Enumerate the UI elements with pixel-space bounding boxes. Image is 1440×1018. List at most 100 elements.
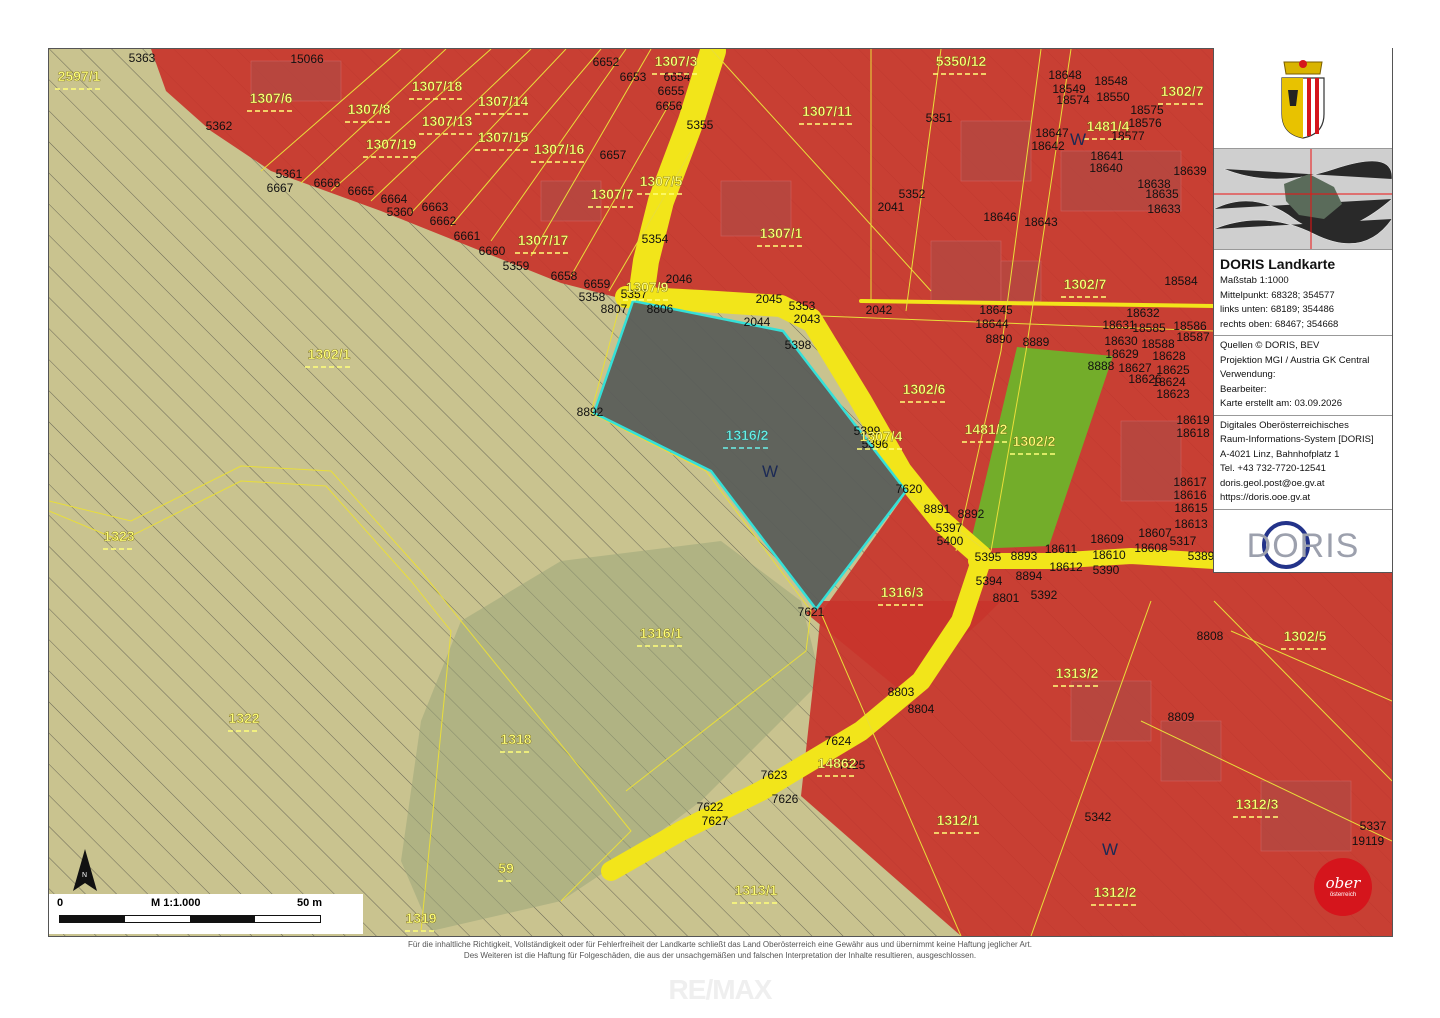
point-number: 19119	[1352, 834, 1385, 848]
parcel-number: 14862	[818, 755, 857, 771]
point-number: 18619	[1176, 413, 1210, 427]
point-number: 18623	[1156, 387, 1190, 401]
point-number: 5394	[976, 574, 1003, 588]
point-number: 18587	[1176, 330, 1210, 344]
org-website-link[interactable]: https://doris.ooe.gv.at	[1220, 491, 1386, 506]
point-number: 8807	[601, 302, 628, 316]
parcel-number: 1312/1	[937, 812, 980, 828]
point-number: 5337	[1360, 819, 1387, 833]
map-frame[interactable]: 5363 15066 6652 6653 6654 6655 6656 5355 5351 665…	[48, 48, 1393, 937]
point-number: 18630	[1104, 334, 1138, 348]
oberoesterreich-logo: ober österreich	[1314, 858, 1372, 916]
point-number: 6663	[422, 200, 449, 214]
scale-bar-graphic	[59, 915, 321, 923]
parcel-number: 1307/11	[802, 103, 852, 119]
parcel-number: 1307/13	[422, 113, 473, 129]
point-number: 6652	[593, 55, 620, 69]
org-line4: Tel. +43 732-7720-12541	[1220, 463, 1326, 474]
parcel-number: 1307/19	[366, 136, 417, 152]
parcel-number: 1307/7	[591, 186, 634, 202]
point-number: 18646	[983, 210, 1017, 224]
point-number: 18575	[1130, 103, 1164, 117]
zoning-mark: W	[1070, 130, 1086, 149]
point-number: 5361	[276, 167, 303, 181]
point-number: 8806	[647, 302, 674, 316]
point-number: 2045	[756, 292, 783, 306]
parcel-number: 1481/4	[1087, 118, 1130, 134]
point-number: 5353	[789, 299, 816, 313]
disclaimer-line2: Des Weiteren ist die Haftung für Folgesc…	[463, 951, 977, 960]
point-number: 2046	[666, 272, 693, 286]
point-number: 5354	[642, 232, 669, 246]
coat-of-arms-icon	[1281, 60, 1325, 139]
point-number: 18574	[1056, 93, 1090, 107]
point-number: 6658	[551, 269, 578, 283]
point-number: 6654	[664, 70, 691, 84]
point-number: 18609	[1090, 532, 1124, 546]
org-line2: Raum-Informations-System [DORIS]	[1220, 434, 1374, 445]
point-number: 5395	[975, 550, 1002, 564]
scale-ratio: M 1:1.000	[151, 897, 201, 909]
point-number: 18635	[1145, 187, 1179, 201]
point-number: 18607	[1138, 526, 1172, 540]
scale-bar: 0 M 1:1.000 50 m	[49, 894, 363, 934]
point-number: 5397	[936, 521, 963, 535]
coat-of-arms	[1214, 48, 1392, 149]
doris-logo-text: DORIS	[1247, 527, 1360, 565]
parcel-number: 1302/6	[903, 381, 946, 397]
legend-projection: Projektion MGI / Austria GK Central	[1220, 354, 1370, 366]
parcel-number: 1302/7	[1161, 83, 1204, 99]
parcel-number: 1312/2	[1094, 884, 1137, 900]
point-number: 6664	[381, 192, 408, 206]
point-number: 6653	[620, 70, 647, 84]
point-number: 6662	[430, 214, 457, 228]
parcel-number: 1307/16	[534, 141, 585, 157]
parcel-number: 1323	[103, 528, 134, 544]
parcel-number: 1302/2	[1013, 433, 1056, 449]
point-number: 8801	[993, 591, 1020, 605]
point-number: 6657	[600, 148, 627, 162]
point-number: 8803	[888, 685, 915, 699]
legend-usage: Verwendung:	[1220, 369, 1276, 380]
point-number: 8892	[577, 405, 604, 419]
parcel-number: 1316/1	[640, 625, 683, 641]
legend-created: Karte erstellt am: 03.09.2026	[1220, 398, 1342, 409]
parcel-number: 2597/1	[58, 68, 101, 84]
point-number: 18584	[1164, 274, 1198, 288]
zoning-mark: W	[1102, 840, 1118, 859]
point-number: 2041	[878, 200, 905, 214]
legend-metadata: Quellen © DORIS, BEV Projektion MGI / Au…	[1214, 336, 1392, 416]
org-line3: A-4021 Linz, Bahnhofplatz 1	[1220, 448, 1340, 460]
point-number: 18612	[1049, 560, 1083, 574]
ooe-logo-line1: ober	[1325, 874, 1361, 892]
cadastral-map[interactable]: 5363 15066 66526653 665466556656 5355 5351 665…	[49, 49, 1392, 936]
point-number: 8888	[1088, 359, 1115, 373]
point-number: 5317	[1170, 534, 1197, 548]
point-number: 18644	[975, 317, 1009, 331]
parcel-number: 1322	[228, 710, 259, 726]
point-number: 18617	[1173, 475, 1207, 489]
point-number: 6666	[314, 176, 341, 190]
point-number: 6660	[479, 244, 506, 258]
point-number: 6655	[658, 84, 685, 98]
point-number: 5351	[926, 111, 953, 125]
legend-panel: DORIS Landkarte Maßstab 1:1000 Mittelpun…	[1213, 48, 1392, 573]
parcel-number: 1307/3	[655, 53, 698, 69]
parcel-number: 1302/5	[1284, 628, 1327, 644]
disclaimer-line1: Für die inhaltliche Richtigkeit, Vollstä…	[408, 940, 1032, 949]
point-number: 18642	[1031, 139, 1065, 153]
point-number: 5342	[1085, 810, 1112, 824]
parcel-number: 1307/17	[518, 232, 569, 248]
point-number: 5359	[503, 259, 530, 273]
point-number: 7624	[825, 734, 852, 748]
point-number: 7626	[772, 792, 799, 806]
parcel-number: 1307/1	[760, 225, 803, 241]
parcel-number: 1307/18	[412, 78, 463, 94]
point-number: 18647	[1035, 126, 1069, 140]
legend-map-info: DORIS Landkarte Maßstab 1:1000 Mittelpun…	[1214, 250, 1392, 336]
point-number: 2043	[794, 312, 821, 326]
scale-zero: 0	[57, 897, 64, 909]
disclaimer: Für die inhaltliche Richtigkeit, Vollstä…	[0, 939, 1440, 961]
point-number: 8894	[1016, 569, 1043, 583]
org-email[interactable]: doris.geol.post@oe.gv.at	[1220, 477, 1386, 492]
